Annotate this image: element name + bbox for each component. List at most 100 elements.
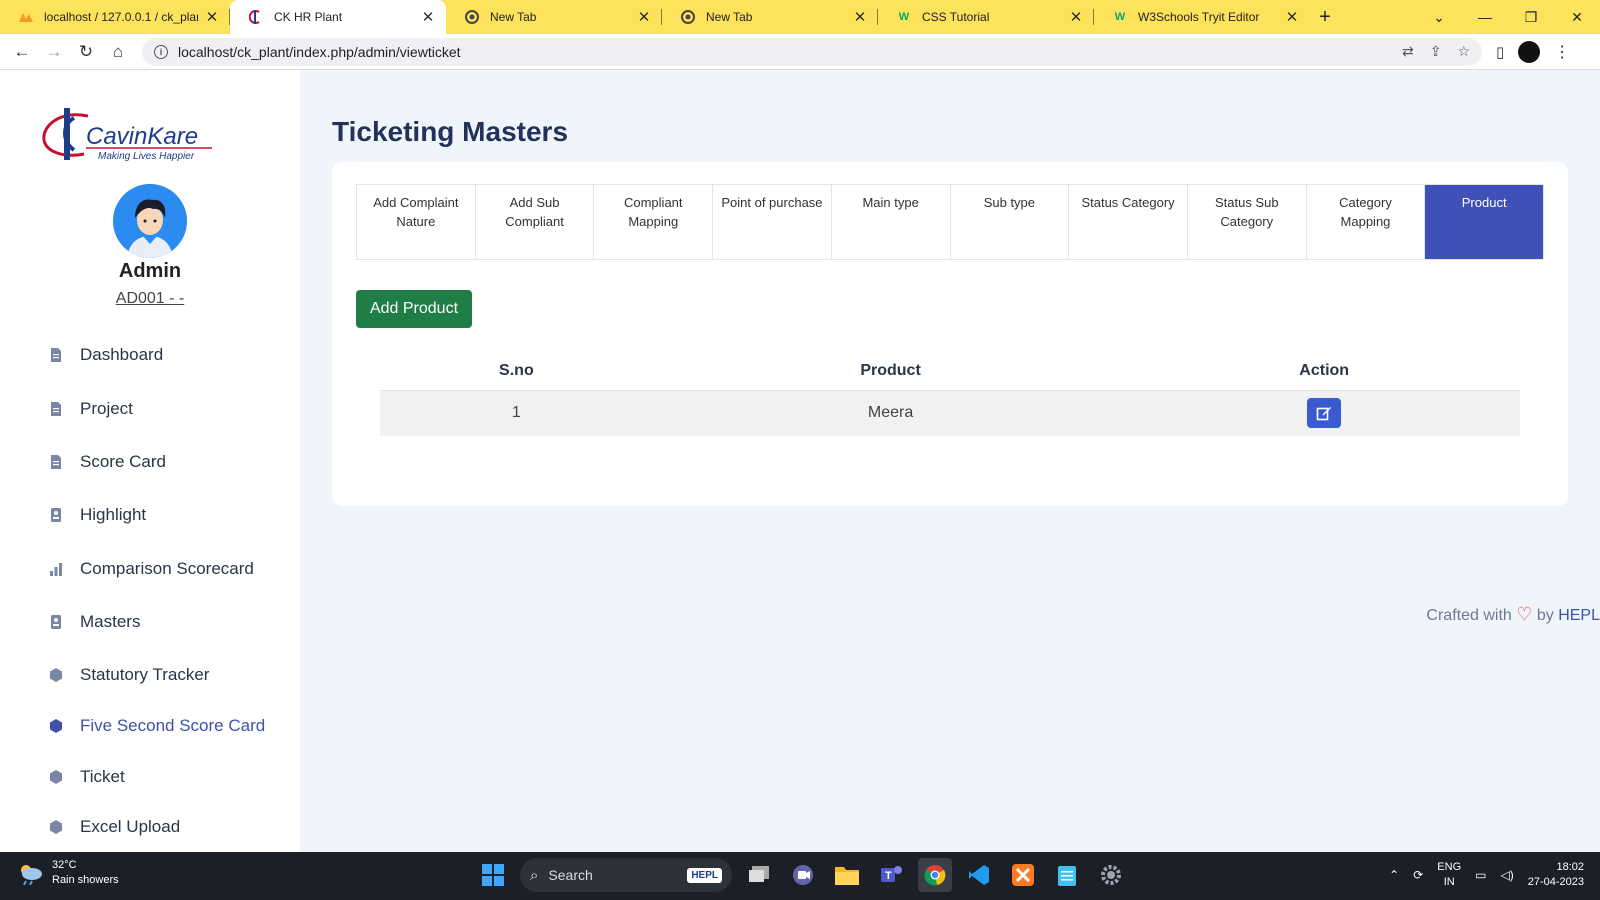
w3schools-icon: W — [1114, 11, 1126, 23]
window-controls: ⌄ — ❐ ✕ — [1416, 0, 1600, 34]
tab-status-sub-category[interactable]: Status Sub Category — [1188, 185, 1307, 259]
taskbar-search[interactable]: ⌕ Search HEPL — [520, 858, 732, 892]
sidebar-item-statutory-tracker[interactable]: Statutory Tracker — [0, 660, 300, 690]
clock[interactable]: 18:02 27-04-2023 — [1528, 860, 1584, 890]
sidebar-item-comparison-scorecard[interactable]: Comparison Scorecard — [0, 554, 300, 584]
url-bar[interactable]: i localhost/ck_plant/index.php/admin/vie… — [142, 37, 1482, 66]
document-icon — [48, 347, 64, 363]
close-icon[interactable]: ✕ — [420, 8, 436, 26]
bar-chart-icon — [48, 561, 64, 577]
column-header-product: Product — [652, 352, 1129, 391]
site-info-icon[interactable]: i — [154, 44, 168, 59]
close-icon[interactable]: ✕ — [852, 8, 868, 26]
hexagon-icon — [48, 718, 64, 734]
xampp-icon[interactable] — [1006, 858, 1040, 892]
browser-tab[interactable]: W CSS Tutorial ✕ — [878, 0, 1094, 34]
ticketing-card: Add Complaint Nature Add Sub Compliant C… — [332, 162, 1568, 506]
badge-icon — [48, 507, 64, 523]
forward-icon[interactable]: → — [38, 42, 70, 62]
browser-tab-bar: localhost / 127.0.0.1 / ck_plan ✕ CK HR … — [0, 0, 1600, 34]
sidebar-item-highlight[interactable]: Highlight — [0, 500, 300, 530]
product-table: S.no Product Action 1 Meera — [380, 352, 1520, 436]
sidebar-item-excel-upload[interactable]: Excel Upload — [0, 812, 300, 842]
main-content: Ticketing Masters Add Complaint Nature A… — [300, 70, 1600, 852]
minimize-icon[interactable]: — — [1462, 9, 1508, 25]
tab-category-mapping[interactable]: Category Mapping — [1307, 185, 1426, 259]
translate-icon[interactable]: ⇄ — [1402, 43, 1414, 60]
browser-tab[interactable]: New Tab ✕ — [446, 0, 662, 34]
windows-start-icon[interactable] — [476, 858, 510, 892]
back-icon[interactable]: ← — [6, 42, 38, 62]
browser-tab[interactable]: localhost / 127.0.0.1 / ck_plan ✕ — [0, 0, 230, 34]
bookmark-star-icon[interactable]: ☆ — [1457, 43, 1470, 60]
sidebar-item-ticket[interactable]: Ticket — [0, 762, 300, 792]
notepad-icon[interactable] — [1050, 858, 1084, 892]
tab-search-icon[interactable]: ⌄ — [1416, 9, 1462, 26]
tab-sub-type[interactable]: Sub type — [951, 185, 1070, 259]
new-tab-button[interactable]: + — [1310, 0, 1340, 34]
close-window-icon[interactable]: ✕ — [1554, 9, 1600, 26]
restore-icon[interactable]: ❐ — [1508, 9, 1554, 26]
taskbar: 32°C Rain showers ⌕ Search HEPL T ⌃ ⟳ EN… — [0, 852, 1600, 900]
user-name: Admin — [118, 260, 182, 282]
heart-icon: ♡ — [1516, 604, 1533, 624]
teams-chat-icon[interactable] — [786, 858, 820, 892]
settings-gear-icon[interactable] — [1094, 858, 1128, 892]
chevron-up-icon[interactable]: ⌃ — [1389, 868, 1399, 882]
menu-kebab-icon[interactable]: ⋮ — [1554, 42, 1570, 62]
close-icon[interactable]: ✕ — [204, 8, 220, 26]
page-title: Ticketing Masters — [332, 116, 569, 147]
network-icon[interactable]: ▭ — [1475, 868, 1486, 882]
edit-icon — [1316, 407, 1332, 421]
sidebar-item-score-card[interactable]: Score Card — [0, 447, 300, 477]
edit-button[interactable] — [1307, 398, 1342, 429]
hexagon-icon — [48, 667, 64, 683]
side-panel-icon[interactable]: ▯ — [1496, 43, 1504, 61]
close-icon[interactable]: ✕ — [636, 8, 652, 26]
close-icon[interactable]: ✕ — [1284, 8, 1300, 26]
cavinkare-logo[interactable]: CavinKare Making Lives Happier — [40, 106, 215, 164]
tab-add-complaint-nature[interactable]: Add Complaint Nature — [357, 185, 476, 259]
browser-tab[interactable]: W W3Schools Tryit Editor ✕ — [1094, 0, 1310, 34]
browser-tab-active[interactable]: CK HR Plant ✕ — [230, 0, 446, 34]
file-explorer-icon[interactable] — [830, 858, 864, 892]
master-tabs: Add Complaint Nature Add Sub Compliant C… — [356, 184, 1544, 260]
teams-icon[interactable]: T — [874, 858, 908, 892]
sync-icon[interactable]: ⟳ — [1413, 868, 1423, 882]
share-icon[interactable]: ⇪ — [1430, 43, 1442, 60]
chrome-taskbar-icon[interactable] — [918, 858, 952, 892]
svg-text:T: T — [885, 870, 892, 882]
tab-status-category[interactable]: Status Category — [1069, 185, 1188, 259]
avatar[interactable] — [113, 184, 187, 258]
tab-main-type[interactable]: Main type — [832, 185, 951, 259]
volume-icon[interactable]: ◁) — [1500, 868, 1513, 882]
home-icon[interactable]: ⌂ — [102, 42, 134, 62]
weather-widget[interactable]: 32°C Rain showers — [16, 858, 119, 888]
sidebar-item-five-second-score-card[interactable]: Five Second Score Card — [0, 711, 300, 741]
cell-product: Meera — [652, 390, 1129, 436]
reload-icon[interactable]: ↻ — [70, 42, 102, 62]
search-icon: ⌕ — [530, 866, 539, 884]
browser-tab[interactable]: New Tab ✕ — [662, 0, 878, 34]
tab-compliant-mapping[interactable]: Compliant Mapping — [594, 185, 714, 259]
hexagon-icon — [48, 769, 64, 785]
user-id-link[interactable]: AD001 - - — [0, 290, 300, 308]
document-icon — [48, 454, 64, 470]
tab-point-of-purchase[interactable]: Point of purchase — [713, 185, 832, 259]
tab-product[interactable]: Product — [1425, 185, 1544, 259]
sidebar-item-dashboard[interactable]: Dashboard — [0, 340, 300, 370]
vscode-icon[interactable] — [962, 858, 996, 892]
task-view-icon[interactable] — [742, 858, 776, 892]
close-icon[interactable]: ✕ — [1068, 8, 1084, 26]
add-product-button[interactable]: Add Product — [356, 290, 472, 328]
hexagon-icon — [48, 819, 64, 835]
footer-brand-link[interactable]: HEPL — [1558, 607, 1600, 624]
sidebar: CavinKare Making Lives Happier Admin AD0… — [0, 70, 300, 852]
profile-avatar[interactable] — [1518, 40, 1541, 63]
tab-add-sub-compliant[interactable]: Add Sub Compliant — [476, 185, 595, 259]
language-indicator[interactable]: ENG IN — [1437, 860, 1461, 890]
sidebar-item-masters[interactable]: Masters — [0, 607, 300, 637]
column-header-sno: S.no — [380, 352, 653, 391]
table-row: 1 Meera — [380, 390, 1520, 436]
sidebar-item-project[interactable]: Project — [0, 394, 300, 424]
